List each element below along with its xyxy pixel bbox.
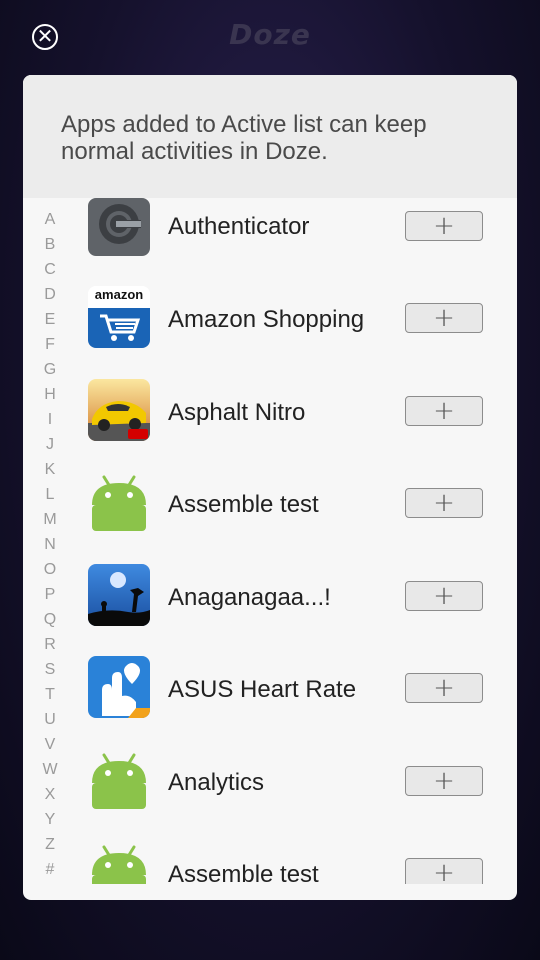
top-bar: ✕ Doze: [0, 0, 540, 75]
index-letter[interactable]: Y: [45, 807, 56, 832]
app-name: Analytics: [168, 769, 265, 796]
index-letter[interactable]: J: [46, 432, 54, 457]
index-letter[interactable]: S: [45, 657, 56, 682]
list-item: Assemble test +: [23, 841, 517, 884]
index-letter[interactable]: H: [44, 382, 56, 407]
index-letter[interactable]: U: [44, 707, 56, 732]
amazon-logo-text: amazon: [94, 287, 144, 302]
amazon-icon: amazon: [88, 286, 150, 348]
index-letter[interactable]: L: [46, 482, 55, 507]
dialog-description: Apps added to Active list can keep norma…: [61, 111, 427, 165]
index-letter[interactable]: R: [44, 632, 56, 657]
index-letter[interactable]: X: [45, 782, 56, 807]
index-letter[interactable]: M: [43, 507, 56, 532]
plus-icon: +: [433, 581, 455, 611]
app-name: ASUS Heart Rate: [168, 676, 357, 703]
index-letter[interactable]: Z: [45, 832, 55, 857]
asphalt-icon: [88, 379, 150, 441]
list-item: ASUS Heart Rate +: [23, 656, 517, 748]
list-item: Authenticator +: [23, 198, 517, 290]
index-letter[interactable]: G: [44, 357, 56, 382]
add-button[interactable]: +: [405, 858, 483, 884]
plus-icon: +: [433, 858, 455, 884]
android-icon: [88, 471, 150, 533]
dialog-header: Apps added to Active list can keep norma…: [23, 75, 517, 198]
active-list-dialog: Apps added to Active list can keep norma…: [23, 75, 517, 900]
index-letter[interactable]: C: [44, 257, 56, 282]
index-letter[interactable]: P: [45, 582, 56, 607]
add-button[interactable]: +: [405, 673, 483, 703]
list-item: Analytics +: [23, 749, 517, 841]
app-list[interactable]: Authenticator + amazon Amazon Shopping +…: [23, 198, 517, 884]
alphabet-index[interactable]: A B C D E F G H I J K L M N O P Q R S T U V W X Y Z #: [39, 207, 61, 882]
app-name: Amazon Shopping: [168, 306, 365, 333]
app-name: Asphalt Nitro: [168, 399, 306, 426]
index-letter[interactable]: B: [45, 232, 56, 257]
index-letter[interactable]: A: [45, 207, 56, 232]
list-item: Assemble test +: [23, 471, 517, 563]
anaganagaa-icon: [88, 564, 150, 626]
index-letter[interactable]: O: [44, 557, 56, 582]
android-icon: [88, 841, 150, 884]
plus-icon: +: [433, 673, 455, 703]
index-letter[interactable]: W: [42, 757, 57, 782]
index-letter[interactable]: E: [45, 307, 56, 332]
list-item: Anaganagaa...! +: [23, 564, 517, 656]
heart-rate-icon: [88, 656, 150, 718]
add-button[interactable]: +: [405, 303, 483, 333]
index-letter[interactable]: N: [44, 532, 56, 557]
plus-icon: +: [433, 488, 455, 518]
index-letter[interactable]: K: [45, 457, 56, 482]
add-button[interactable]: +: [405, 581, 483, 611]
index-letter[interactable]: #: [46, 857, 55, 882]
app-name: Assemble test: [168, 861, 319, 884]
app-name: Anaganagaa...!: [168, 584, 331, 611]
android-icon: [88, 749, 150, 811]
authenticator-icon: [88, 198, 150, 260]
list-item: Asphalt Nitro +: [23, 379, 517, 471]
add-button[interactable]: +: [405, 766, 483, 796]
add-button[interactable]: +: [405, 211, 483, 241]
plus-icon: +: [433, 211, 455, 241]
index-letter[interactable]: D: [44, 282, 56, 307]
list-item: amazon Amazon Shopping +: [23, 286, 517, 378]
plus-icon: +: [433, 396, 455, 426]
plus-icon: +: [433, 303, 455, 333]
app-name: Assemble test: [168, 491, 319, 518]
app-name: Authenticator: [168, 213, 310, 240]
index-letter[interactable]: V: [45, 732, 56, 757]
add-button[interactable]: +: [405, 396, 483, 426]
index-letter[interactable]: F: [45, 332, 55, 357]
index-letter[interactable]: Q: [44, 607, 56, 632]
app-title: Doze: [229, 18, 311, 51]
plus-icon: +: [433, 766, 455, 796]
add-button[interactable]: +: [405, 488, 483, 518]
index-letter[interactable]: I: [48, 407, 52, 432]
index-letter[interactable]: T: [45, 682, 55, 707]
